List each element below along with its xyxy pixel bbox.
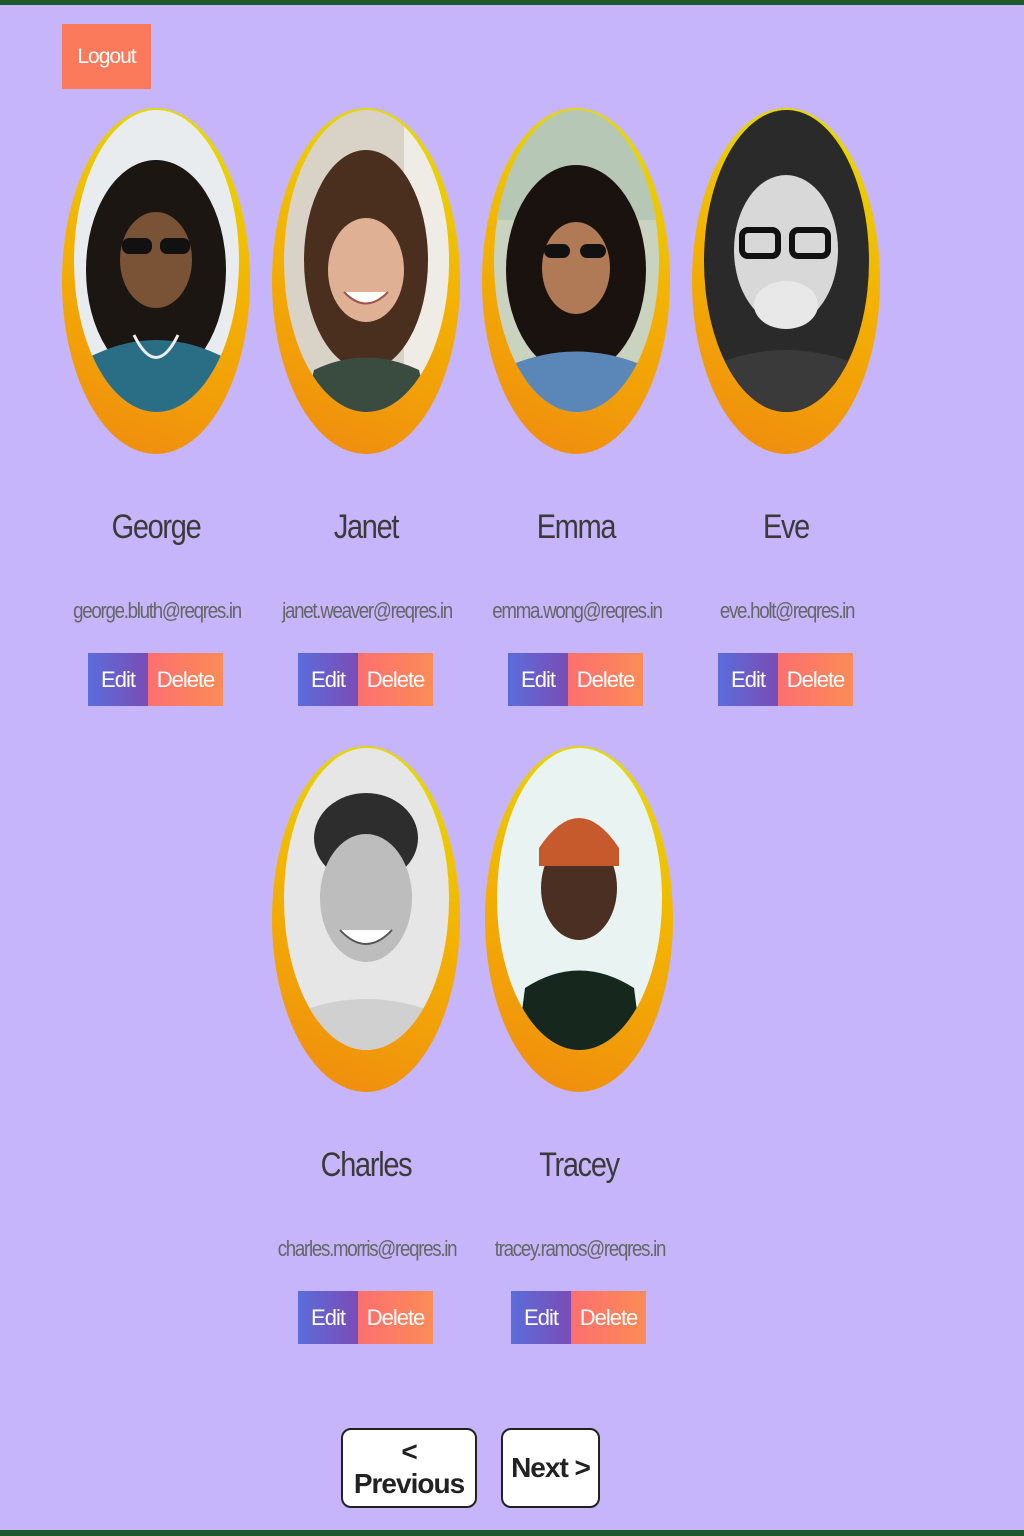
next-page-button[interactable]: Next >: [501, 1428, 600, 1508]
previous-page-button[interactable]: < Previous: [341, 1428, 477, 1508]
user-card: George george.bluth@reqres.in Edit Delet…: [62, 108, 272, 708]
card-actions: Edit Delete: [511, 1291, 646, 1344]
delete-button[interactable]: Delete: [358, 1291, 433, 1344]
delete-button[interactable]: Delete: [778, 653, 853, 706]
user-name: George: [111, 508, 202, 546]
edit-button[interactable]: Edit: [718, 653, 778, 706]
avatar: [497, 748, 662, 1050]
delete-button[interactable]: Delete: [358, 653, 433, 706]
user-email: janet.weaver@reqres.in: [282, 598, 453, 623]
user-name: Tracey: [539, 1146, 620, 1184]
user-name: Charles: [320, 1146, 413, 1184]
user-name: Janet: [333, 508, 400, 546]
edit-button[interactable]: Edit: [88, 653, 148, 706]
user-name: Eve: [763, 508, 810, 546]
user-card: Charles charles.morris@reqres.in Edit De…: [272, 746, 482, 1346]
user-email: tracey.ramos@reqres.in: [494, 1236, 667, 1261]
card-actions: Edit Delete: [88, 653, 223, 706]
bottom-border: [0, 1530, 1024, 1536]
edit-button[interactable]: Edit: [511, 1291, 571, 1344]
edit-button[interactable]: Edit: [298, 1291, 358, 1344]
card-actions: Edit Delete: [298, 1291, 433, 1344]
logout-button[interactable]: Logout: [62, 24, 151, 89]
user-email: charles.morris@reqres.in: [277, 1236, 458, 1261]
delete-button[interactable]: Delete: [148, 653, 223, 706]
user-card: Janet janet.weaver@reqres.in Edit Delete: [272, 108, 482, 708]
avatar: [494, 110, 659, 412]
user-email: george.bluth@reqres.in: [73, 598, 242, 623]
avatar: [284, 748, 449, 1050]
user-name: Emma: [536, 508, 617, 546]
delete-button[interactable]: Delete: [571, 1291, 646, 1344]
top-border: [0, 0, 1024, 5]
avatar: [704, 110, 869, 412]
delete-button[interactable]: Delete: [568, 653, 643, 706]
card-actions: Edit Delete: [508, 653, 643, 706]
user-email: eve.holt@reqres.in: [719, 598, 856, 623]
card-actions: Edit Delete: [718, 653, 853, 706]
user-card: Tracey tracey.ramos@reqres.in Edit Delet…: [485, 746, 695, 1346]
user-card: Emma emma.wong@reqres.in Edit Delete: [482, 108, 692, 708]
edit-button[interactable]: Edit: [508, 653, 568, 706]
edit-button[interactable]: Edit: [298, 653, 358, 706]
user-email: emma.wong@reqres.in: [492, 598, 663, 623]
user-card: Eve eve.holt@reqres.in Edit Delete: [692, 108, 902, 708]
avatar: [74, 110, 239, 412]
card-actions: Edit Delete: [298, 653, 433, 706]
avatar: [284, 110, 449, 412]
